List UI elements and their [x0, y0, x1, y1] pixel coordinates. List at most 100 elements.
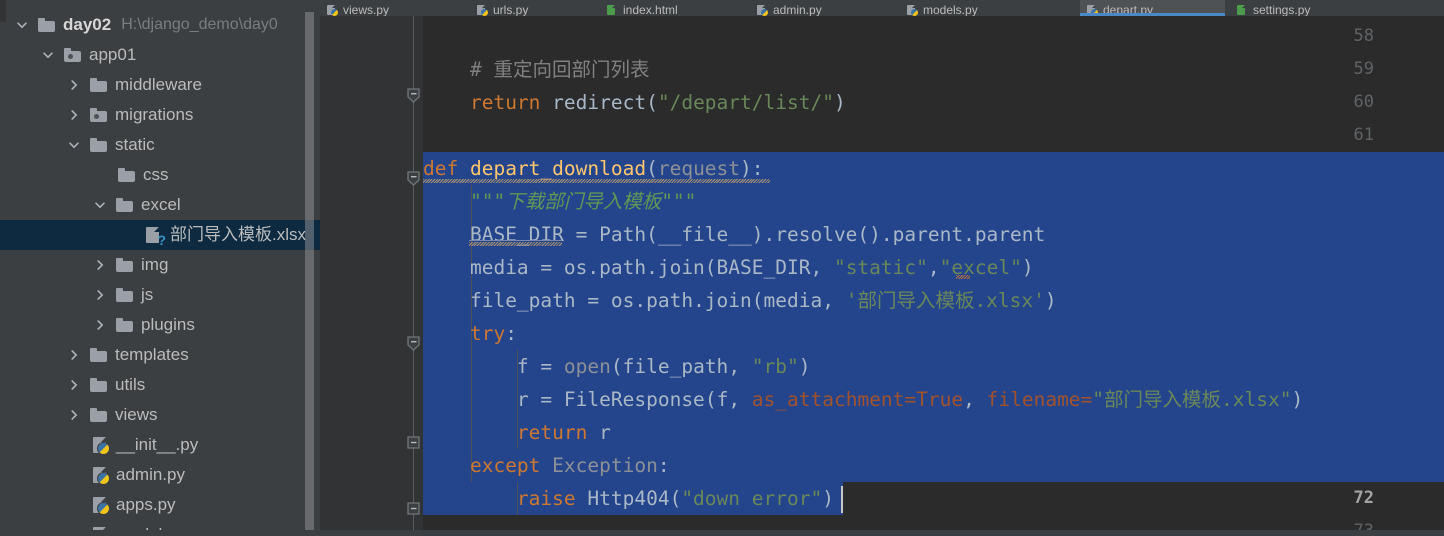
project-tool-window[interactable]: day02 H:\django_demo\day0 app01 middlewa… — [0, 0, 320, 536]
fold-marker-line67[interactable] — [405, 336, 422, 351]
tree-item-img[interactable]: img — [0, 250, 320, 280]
chevron-right-icon[interactable] — [92, 257, 108, 273]
value-true: True — [916, 388, 964, 411]
identifier-underline — [469, 240, 562, 241]
tree-item-views[interactable]: views — [0, 400, 320, 430]
tree-item-label: day02 — [63, 15, 112, 34]
tree-item-templates[interactable]: templates — [0, 340, 320, 370]
sidebar-vertical-scrollbar[interactable] — [305, 12, 314, 536]
source-folder-icon — [64, 48, 82, 62]
fold-start-marker-line62[interactable] — [405, 171, 422, 186]
keyword-def: def — [423, 157, 459, 180]
folder-icon — [116, 288, 134, 302]
tree-item-day02[interactable]: day02 H:\django_demo\day0 — [0, 10, 320, 40]
tab-label: models.py — [923, 3, 978, 16]
tree-item-label: plugins — [141, 315, 195, 334]
chevron-down-icon[interactable] — [92, 197, 108, 213]
project-tree[interactable]: day02 H:\django_demo\day0 app01 middlewa… — [0, 10, 320, 536]
tree-item-admin-py[interactable]: admin.py — [0, 460, 320, 490]
code-text-area[interactable]: # 重定向回部门列表 return redirect("/depart/list… — [423, 16, 1444, 536]
class-exception: Exception — [552, 454, 658, 477]
code-line-72: raise Http404("down error") — [516, 487, 834, 510]
tree-item-apps-py[interactable]: apps.py — [0, 490, 320, 520]
chevron-right-icon[interactable] — [92, 317, 108, 333]
fold-marker-line72[interactable] — [405, 501, 422, 516]
chevron-down-icon[interactable] — [66, 137, 82, 153]
tree-item-label: excel — [141, 195, 181, 214]
chevron-down-icon[interactable] — [14, 17, 30, 33]
tab-label: depart.py — [1103, 3, 1154, 16]
tree-item-excel[interactable]: excel — [0, 190, 320, 220]
variable-f: f — [516, 355, 529, 378]
tree-item-app01[interactable]: app01 — [0, 40, 320, 70]
tree-item-init-py[interactable]: __init__.py — [0, 430, 320, 460]
tree-item-middleware[interactable]: middleware — [0, 70, 320, 100]
tab-label: views.py — [343, 3, 390, 16]
tree-item-js[interactable]: js — [0, 280, 320, 310]
tab-index-html[interactable]: index.html — [600, 0, 750, 16]
tree-item-label: utils — [115, 375, 146, 394]
chevron-right-icon[interactable] — [66, 377, 82, 393]
tab-label: settings.py — [1253, 3, 1311, 16]
tree-item-plugins[interactable]: plugins — [0, 310, 320, 340]
tree-item-label: apps.py — [116, 495, 176, 514]
python-file-icon — [92, 436, 110, 455]
tab-settings-py[interactable]: settings.py — [1230, 0, 1380, 16]
tree-item-label: 部门导入模板.xlsx — [170, 225, 306, 244]
python-file-icon — [92, 496, 110, 515]
tab-views-py[interactable]: views.py — [320, 0, 470, 16]
string-literal: "/depart/list/" — [657, 91, 834, 114]
tree-item-label: templates — [115, 345, 189, 364]
code-line-59: # 重定向回部门列表 — [423, 53, 649, 86]
folder-icon — [116, 198, 134, 212]
chevron-right-icon[interactable] — [66, 407, 82, 423]
chevron-down-icon[interactable] — [40, 47, 56, 63]
class-file-response: FileResponse — [563, 388, 705, 411]
call-os-path-join: os.path.join(media, — [610, 289, 846, 312]
python-file-icon — [477, 4, 488, 16]
chevron-right-icon[interactable] — [92, 287, 108, 303]
folder-icon — [90, 378, 108, 392]
fold-marker-line70[interactable] — [405, 435, 422, 450]
tree-item-department-import-template-xlsx[interactable]: ? 部门导入模板.xlsx — [0, 220, 320, 250]
tree-item-css[interactable]: css — [0, 160, 320, 190]
chevron-right-icon[interactable] — [66, 347, 82, 363]
tree-item-label: img — [141, 255, 169, 274]
warning-squiggle-line64 — [469, 242, 562, 246]
folder-icon — [90, 408, 108, 422]
tab-depart-py[interactable]: depart.py — [1080, 0, 1225, 16]
fold-end-marker-line60[interactable] — [405, 88, 422, 103]
code-line-65: media = os.path.join(BASE_DIR, "static",… — [469, 256, 1034, 279]
tree-item-utils[interactable]: utils — [0, 370, 320, 400]
keyword-try: try — [469, 322, 506, 345]
keyword-except: except — [469, 454, 541, 477]
tab-urls-py[interactable]: urls.py — [470, 0, 600, 16]
warning-squiggle-line62 — [423, 179, 770, 183]
folder-icon — [38, 18, 56, 32]
tree-item-static[interactable]: static — [0, 130, 320, 160]
named-argument-as-attachment: as_attachment — [751, 388, 905, 411]
docstring: """下载部门导入模板""" — [469, 190, 697, 213]
code-line-66: file_path = os.path.join(media, '部门导入模板.… — [469, 289, 1057, 312]
function-name: depart_download — [469, 157, 647, 180]
ide-window: views.py urls.py index.html admin.py mod… — [0, 0, 1444, 536]
tab-admin-py[interactable]: admin.py — [750, 0, 900, 16]
keyword-return: return — [469, 91, 541, 114]
tree-item-migrations[interactable]: migrations — [0, 100, 320, 130]
editor-fold-column[interactable] — [404, 16, 423, 536]
class-http404: Http404 — [587, 487, 670, 510]
code-line-70: return r — [423, 416, 611, 449]
tree-item-label: middleware — [115, 75, 202, 94]
window-bottom-edge — [0, 530, 1444, 536]
editor-tab-strip[interactable]: views.py urls.py index.html admin.py mod… — [320, 0, 1444, 16]
code-editor[interactable]: 58 59 60 61 62 63 64 65 66 67 68 69 70 7… — [320, 16, 1444, 536]
folder-icon — [90, 348, 108, 362]
tab-models-py[interactable]: models.py — [900, 0, 1060, 16]
chevron-right-icon[interactable] — [66, 107, 82, 123]
html-file-icon — [607, 4, 618, 16]
tree-item-label: app01 — [89, 45, 137, 64]
chevron-right-icon[interactable] — [66, 77, 82, 93]
expression: Path(__file__).resolve().parent.parent — [599, 223, 1046, 246]
string-literal: '部门导入模板.xlsx' — [845, 289, 1045, 312]
folder-icon — [116, 318, 134, 332]
